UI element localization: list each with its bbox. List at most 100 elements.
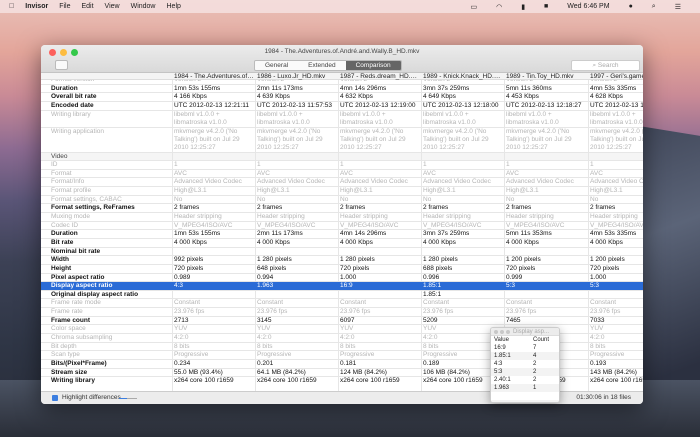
table-row[interactable]: Frame count 2713 3145 6097 5209 7465 7033 [41,316,643,326]
notification-center-icon[interactable]: ☰ [675,3,681,11]
table-cell[interactable]: YUV [255,325,338,334]
menu-help[interactable]: Help [167,3,181,10]
table-cell[interactable]: 1.85:1 [421,282,504,290]
table-row[interactable]: Writing library libebml v1.0.0 + libmatro… [41,110,643,128]
table-cell[interactable]: libebml v1.0.0 + libmatroska v1.0.0 [421,110,504,127]
table-cell[interactable]: 1 [421,161,504,169]
table-cell[interactable]: UTC 2012-02-13 11:57:53 [255,101,338,110]
table-cell[interactable]: 1.85:1 [421,290,504,299]
table-cell[interactable]: 1 [172,161,255,169]
popup-row[interactable]: 1.963 1 [491,384,559,392]
table-cell[interactable]: 23.976 fps [504,308,587,316]
table-row[interactable]: Duration 1mn 53s 155ms 2mn 11s 173ms 4mn 14… [41,84,643,94]
clock[interactable]: Wed 6:46 PM [567,3,609,10]
table-cell[interactable]: 5209 [421,316,504,325]
wifi-icon[interactable]: ◠ [496,3,502,11]
table-cell[interactable]: 124 MB (84.2%) [338,368,421,377]
table-row[interactable]: Format AVC AVC AVC AVC AVC AVC [41,169,643,179]
table-cell[interactable]: 5:3 [588,282,643,290]
table-cell[interactable]: No [172,195,255,204]
table-cell[interactable]: Constant [172,299,255,308]
table-cell[interactable]: Version 2 [504,80,587,84]
table-cell[interactable]: 8 bits [255,342,338,351]
table-cell[interactable]: 8 bits [172,342,255,351]
table-cell[interactable]: 4 639 Kbps [255,93,338,101]
table-cell[interactable]: mkvmerge v4.2.0 ('No Talking') built on … [172,127,255,152]
table-cell[interactable]: 1 280 pixels [255,256,338,264]
table-cell[interactable]: 8 bits [338,342,421,351]
table-cell[interactable]: Progressive [255,351,338,359]
table-cell[interactable]: Header stripping [588,213,643,221]
table-cell[interactable]: No [421,195,504,204]
menu-window[interactable]: Window [131,3,156,10]
table-cell[interactable]: 992 pixels [172,256,255,264]
popup-row[interactable]: 2.40:1 2 [491,376,559,384]
table-cell[interactable]: x264 core 100 r1659 [588,377,643,391]
table-cell[interactable] [172,152,255,161]
table-cell[interactable]: 4:2:0 [172,334,255,342]
table-cell[interactable]: 4 453 Kbps [504,93,587,101]
table-cell[interactable]: 1 [338,161,421,169]
table-cell[interactable]: 23.976 fps [255,308,338,316]
table-cell[interactable]: 0.996 [421,273,504,282]
table-cell[interactable]: 5:3 [504,282,587,290]
column-header[interactable]: 1989 - Tin.Toy_HD.mkv [504,73,587,80]
table-cell[interactable]: Advanced Video Codec [338,178,421,187]
table-cell[interactable]: 1 [255,161,338,169]
table-cell[interactable]: Header stripping [255,213,338,221]
table-cell[interactable]: V_MPEG4/ISO/AVC [588,221,643,230]
table-cell[interactable]: AVC [172,169,255,178]
table-cell[interactable]: No [338,195,421,204]
table-cell[interactable]: libebml v1.0.0 + libmatroska v1.0.0 [255,110,338,127]
table-row[interactable]: Pixel aspect ratio 0.989 0.994 1.000 0.996 0.… [41,273,643,283]
table-row[interactable]: Video [41,152,643,162]
table-cell[interactable]: V_MPEG4/ISO/AVC [255,221,338,230]
sidebar-toggle-button[interactable] [55,60,68,70]
table-row[interactable]: Duration 1mn 53s 155ms 2mn 11s 173ms 4mn 14… [41,230,643,239]
table-cell[interactable]: 2713 [172,316,255,325]
table-cell[interactable] [172,290,255,299]
table-cell[interactable]: mkvmerge v4.2.0 ('No Talking') built on … [421,127,504,152]
table-cell[interactable]: 4 628 Kbps [588,93,643,101]
table-cell[interactable]: 23.976 fps [338,308,421,316]
table-cell[interactable]: 4mn 53s 335ms [588,84,643,93]
table-cell[interactable]: 4mn 14s 296ms [338,230,421,238]
table-cell[interactable]: 1 200 pixels [588,256,643,264]
highlight-differences-checkbox[interactable] [52,395,58,401]
table-cell[interactable] [338,247,421,256]
table-cell[interactable]: Progressive [588,351,643,359]
table-cell[interactable] [421,247,504,256]
table-cell[interactable]: 23.976 fps [421,308,504,316]
table-cell[interactable]: 2 frames [588,204,643,213]
table-cell[interactable] [588,152,643,161]
table-cell[interactable]: 1 280 pixels [338,256,421,264]
table-cell[interactable]: 1.000 [588,273,643,282]
table-cell[interactable]: AVC [421,169,504,178]
table-cell[interactable]: 16:9 [338,282,421,290]
table-cell[interactable]: V_MPEG4/ISO/AVC [338,221,421,230]
table-cell[interactable]: 0.989 [172,273,255,282]
table-cell[interactable]: mkvmerge v4.2.0 ('No Talking') built on … [588,127,643,152]
table-cell[interactable]: AVC [588,169,643,178]
highlight-differences-label[interactable]: Highlight differences [62,394,121,402]
table-cell[interactable]: AVC [255,169,338,178]
table-cell[interactable]: mkvmerge v4.2.0 ('No Talking') built on … [338,127,421,152]
table-cell[interactable]: 4:2:0 [588,334,643,342]
table-row[interactable]: Overall bit rate 4 166 Kbps 4 639 Kbps 4 63… [41,93,643,102]
table-cell[interactable]: 4 000 Kbps [421,238,504,247]
table-cell[interactable] [338,152,421,161]
table-cell[interactable]: No [504,195,587,204]
column-header[interactable]: 1986 - Luxo.Jr_HD.mkv [255,73,338,80]
table-cell[interactable]: 55.0 MB (93.4%) [172,368,255,377]
table-cell[interactable]: UTC 2012-02-13 12:21:11 [172,101,255,110]
table-cell[interactable]: 4 166 Kbps [172,93,255,101]
table-cell[interactable]: Header stripping [421,213,504,221]
table-cell[interactable]: x264 core 100 r1659 [172,377,255,391]
table-cell[interactable]: 4 000 Kbps [255,238,338,247]
table-cell[interactable]: UTC 2012-02-13 12:18:00 [421,101,504,110]
table-cell[interactable]: V_MPEG4/ISO/AVC [504,221,587,230]
apple-menu-icon[interactable]:  [9,3,14,10]
table-cell[interactable]: 23.976 fps [588,308,643,316]
table-cell[interactable]: 1.000 [338,273,421,282]
table-cell[interactable]: 0.999 [504,273,587,282]
